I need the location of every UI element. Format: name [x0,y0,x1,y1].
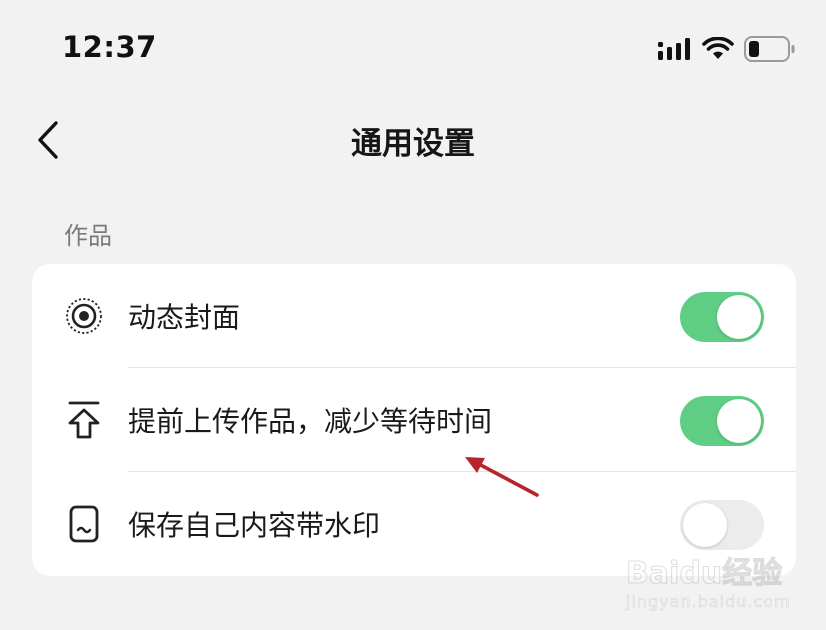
nav-bar: 通用设置 [0,100,826,180]
annotation-arrow-icon [465,457,539,497]
toggle-knob [717,399,761,443]
baidu-watermark: Baidu经验 jingyan.baidu.com [625,548,789,618]
live-cover-toggle[interactable] [680,292,764,342]
upload-arrow-icon [64,400,104,440]
watermark-toggle[interactable] [680,500,764,550]
section-header: 作品 [64,222,112,250]
setting-label: 保存自己内容带水印 [128,509,381,542]
pre-upload-toggle[interactable] [680,396,764,446]
settings-card: 动态封面 提前上传作品，减少等待时间 保存自己内容带水印 [32,264,796,576]
status-bar: 12:37 [0,0,826,100]
battery-icon [744,36,795,62]
cellular-signal-icon [658,38,690,60]
phone-watermark-icon [64,504,104,544]
status-icons [658,36,796,62]
page-title: 通用设置 [351,126,475,162]
setting-row-pre-upload: 提前上传作品，减少等待时间 [32,368,796,472]
live-cover-icon [64,296,104,336]
wifi-icon [702,37,734,59]
watermark-url: jingyan.baidu.com [626,592,791,612]
watermark-text: Baidu经验 [625,556,783,592]
setting-row-live-cover: 动态封面 [32,264,796,368]
toggle-knob [717,295,761,339]
status-time: 12:37 [62,30,157,64]
toggle-knob [683,503,727,547]
setting-label: 动态封面 [128,301,241,334]
setting-label: 提前上传作品，减少等待时间 [128,405,493,438]
